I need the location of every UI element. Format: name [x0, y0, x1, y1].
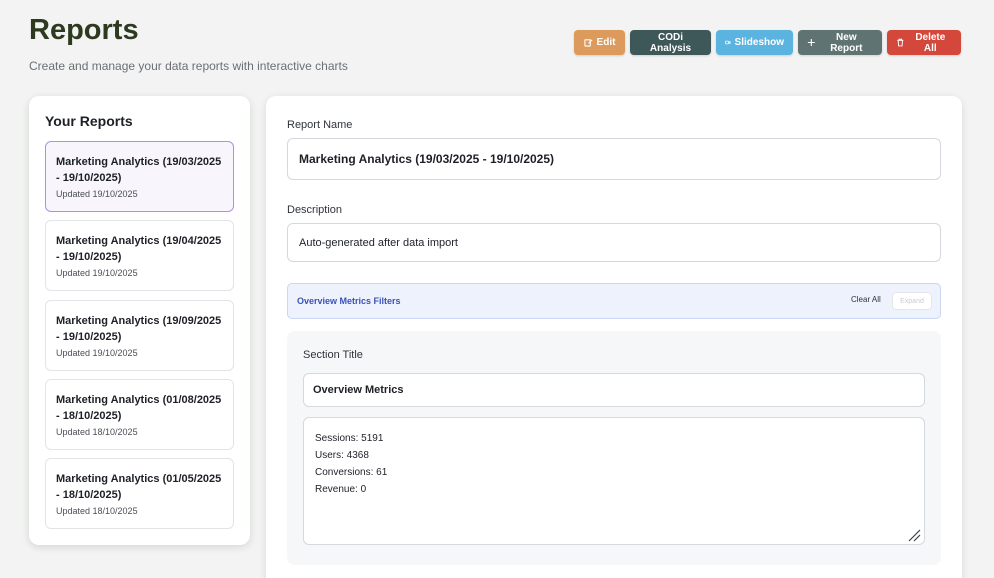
new-report-button-label: New Report — [830, 31, 863, 54]
section-title-label: Section Title — [303, 349, 363, 361]
report-name: Marketing Analytics (19/09/2025 - 19/10/… — [56, 315, 222, 343]
edit-button[interactable]: Edit — [574, 30, 625, 55]
plus-icon — [807, 39, 815, 46]
new-report-button[interactable]: New Report — [798, 30, 882, 55]
report-list-item[interactable]: Marketing Analytics (01/05/2025 - 18/10/… — [45, 458, 234, 529]
report-editor-panel: Report Name Description Overview Metrics… — [266, 96, 962, 578]
slideshow-button[interactable]: Slideshow — [716, 30, 793, 55]
report-name: Marketing Analytics (19/03/2025 - 19/10/… — [56, 156, 222, 184]
slideshow-button-label: Slideshow — [734, 37, 784, 48]
report-name: Marketing Analytics (01/08/2025 - 18/10/… — [56, 394, 222, 422]
delete-all-button[interactable]: Delete All — [887, 30, 961, 55]
codi-analysis-button-label: CODi Analysis — [649, 31, 692, 54]
report-updated: Updated 18/10/2025 — [56, 506, 138, 516]
report-list-item[interactable]: Marketing Analytics (01/08/2025 - 18/10/… — [45, 379, 234, 450]
edit-button-label: Edit — [596, 37, 616, 48]
report-name-input[interactable] — [287, 138, 941, 180]
description-label: Description — [287, 204, 343, 216]
report-name: Marketing Analytics (19/04/2025 - 19/10/… — [56, 235, 222, 263]
description-input[interactable] — [287, 223, 941, 262]
page-subtitle: Create and manage your data reports with… — [29, 59, 348, 73]
report-name-label: Report Name — [287, 119, 353, 131]
toolbar: Edit CODi Analysis Slideshow New Report … — [574, 30, 961, 55]
filters-bar: Overview Metrics Filters Clear All Expan… — [287, 283, 941, 319]
trash-icon — [897, 38, 904, 47]
report-list-item[interactable]: Marketing Analytics (19/03/2025 - 19/10/… — [45, 141, 234, 212]
edit-icon — [583, 39, 593, 47]
expand-filters-button[interactable]: Expand — [892, 292, 932, 310]
report-updated: Updated 18/10/2025 — [56, 427, 138, 437]
report-updated: Updated 19/10/2025 — [56, 348, 138, 358]
video-icon — [725, 40, 731, 45]
clear-all-link[interactable]: Clear All — [851, 295, 881, 304]
resize-handle-icon[interactable] — [906, 527, 922, 543]
section-title-input[interactable] — [303, 373, 925, 407]
filters-title: Overview Metrics Filters — [297, 296, 401, 306]
report-list-item[interactable]: Marketing Analytics (19/04/2025 - 19/10/… — [45, 220, 234, 291]
section-editor: Section Title Sessions: 5191 Users: 4368… — [287, 331, 941, 565]
report-updated: Updated 19/10/2025 — [56, 189, 138, 199]
reports-sidebar: Your Reports Marketing Analytics (19/03/… — [29, 96, 250, 545]
page-title: Reports — [29, 14, 139, 46]
delete-all-button-label: Delete All — [915, 31, 946, 54]
report-list-item[interactable]: Marketing Analytics (19/09/2025 - 19/10/… — [45, 300, 234, 371]
report-name: Marketing Analytics (01/05/2025 - 18/10/… — [56, 473, 222, 501]
codi-analysis-button[interactable]: CODi Analysis — [630, 30, 711, 55]
sidebar-title: Your Reports — [45, 113, 133, 129]
report-updated: Updated 19/10/2025 — [56, 268, 138, 278]
section-content-textarea[interactable]: Sessions: 5191 Users: 4368 Conversions: … — [303, 417, 925, 545]
